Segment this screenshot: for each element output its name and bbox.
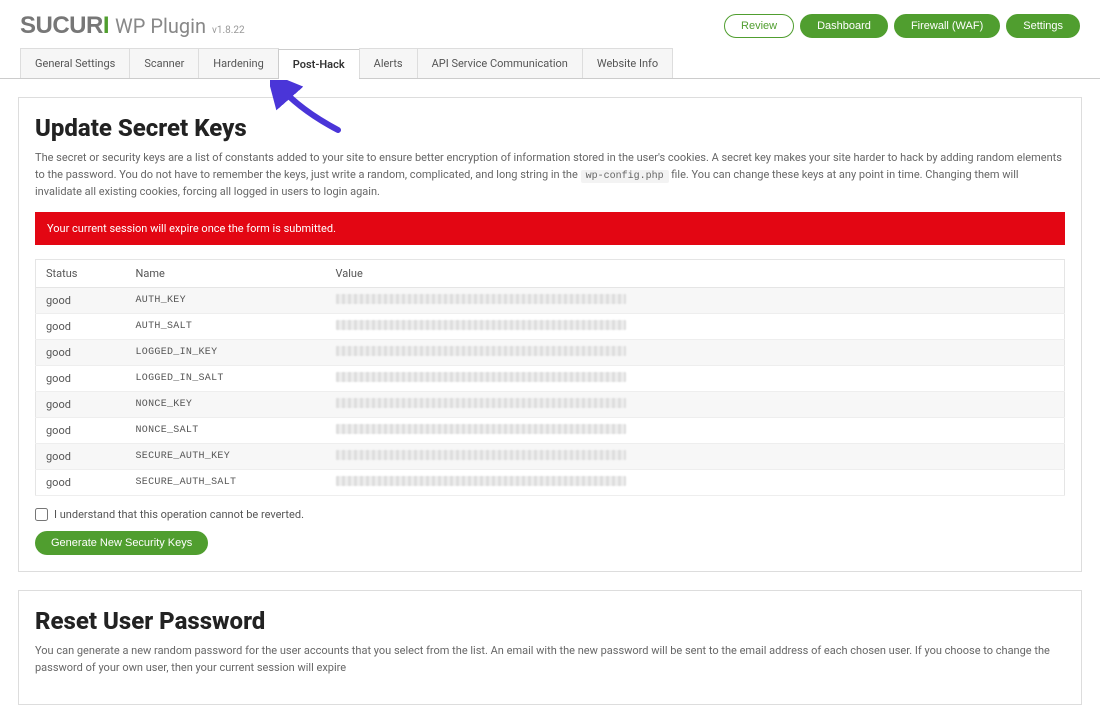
redacted-value [336,398,626,408]
status-cell: good [36,444,126,470]
review-button[interactable]: Review [724,14,794,38]
status-cell: good [36,470,126,496]
key-name-cell: LOGGED_IN_SALT [126,366,326,392]
status-cell: good [36,314,126,340]
redacted-value [336,424,626,434]
settings-button[interactable]: Settings [1006,14,1080,38]
tab-general-settings[interactable]: General Settings [20,48,130,78]
key-name-cell: AUTH_KEY [126,288,326,314]
generate-keys-button[interactable]: Generate New Security Keys [35,531,208,555]
table-row: goodLOGGED_IN_KEY [36,340,1065,366]
dashboard-button[interactable]: Dashboard [800,14,888,38]
key-name-cell: NONCE_KEY [126,392,326,418]
status-cell: good [36,392,126,418]
key-name-cell: LOGGED_IN_KEY [126,340,326,366]
redacted-value [336,320,626,330]
table-row: goodSECURE_AUTH_KEY [36,444,1065,470]
table-row: goodAUTH_KEY [36,288,1065,314]
key-name-cell: AUTH_SALT [126,314,326,340]
table-row: goodLOGGED_IN_SALT [36,366,1065,392]
product-name: WP Plugin [115,14,206,38]
tab-alerts[interactable]: Alerts [359,48,418,78]
key-value-cell [326,314,1065,340]
confirm-irreversible-label: I understand that this operation cannot … [54,508,304,521]
reset-password-description: You can generate a new random password f… [35,643,1065,676]
reset-password-title: Reset User Password [35,607,1065,635]
tab-scanner[interactable]: Scanner [129,48,199,78]
redacted-value [336,476,626,486]
key-value-cell [326,392,1065,418]
key-value-cell [326,288,1065,314]
tab-website-info[interactable]: Website Info [582,48,673,78]
key-value-cell [326,470,1065,496]
tab-post-hack[interactable]: Post-Hack [278,49,360,79]
status-cell: good [36,288,126,314]
version-label: v1.8.22 [212,25,245,36]
status-cell: good [36,418,126,444]
col-value: Value [326,260,1065,288]
logo: SUCURI WP Plugin v1.8.22 [20,12,245,40]
key-name-cell: SECURE_AUTH_KEY [126,444,326,470]
redacted-value [336,450,626,460]
table-row: goodAUTH_SALT [36,314,1065,340]
top-actions: Review Dashboard Firewall (WAF) Settings [724,14,1080,38]
secret-keys-description: The secret or security keys are a list o… [35,150,1065,200]
redacted-value [336,372,626,382]
wp-config-code: wp-config.php [581,170,669,183]
confirm-irreversible-checkbox[interactable] [35,508,48,521]
firewall-button[interactable]: Firewall (WAF) [894,14,1000,38]
col-name: Name [126,260,326,288]
tab-api-service[interactable]: API Service Communication [417,48,583,78]
status-cell: good [36,366,126,392]
secret-keys-panel: Update Secret Keys The secret or securit… [18,97,1082,572]
key-value-cell [326,340,1065,366]
key-name-cell: NONCE_SALT [126,418,326,444]
key-value-cell [326,366,1065,392]
session-expire-alert: Your current session will expire once th… [35,212,1065,245]
secret-keys-table: Status Name Value goodAUTH_KEYgoodAUTH_S… [35,259,1065,496]
key-value-cell [326,444,1065,470]
status-cell: good [36,340,126,366]
table-row: goodNONCE_SALT [36,418,1065,444]
reset-password-panel: Reset User Password You can generate a n… [18,590,1082,705]
key-name-cell: SECURE_AUTH_SALT [126,470,326,496]
table-row: goodNONCE_KEY [36,392,1065,418]
tab-bar: General Settings Scanner Hardening Post-… [0,48,1100,79]
redacted-value [336,346,626,356]
tab-hardening[interactable]: Hardening [198,48,279,78]
secret-keys-title: Update Secret Keys [35,114,1065,142]
key-value-cell [326,418,1065,444]
col-status: Status [36,260,126,288]
redacted-value [336,294,626,304]
table-row: goodSECURE_AUTH_SALT [36,470,1065,496]
